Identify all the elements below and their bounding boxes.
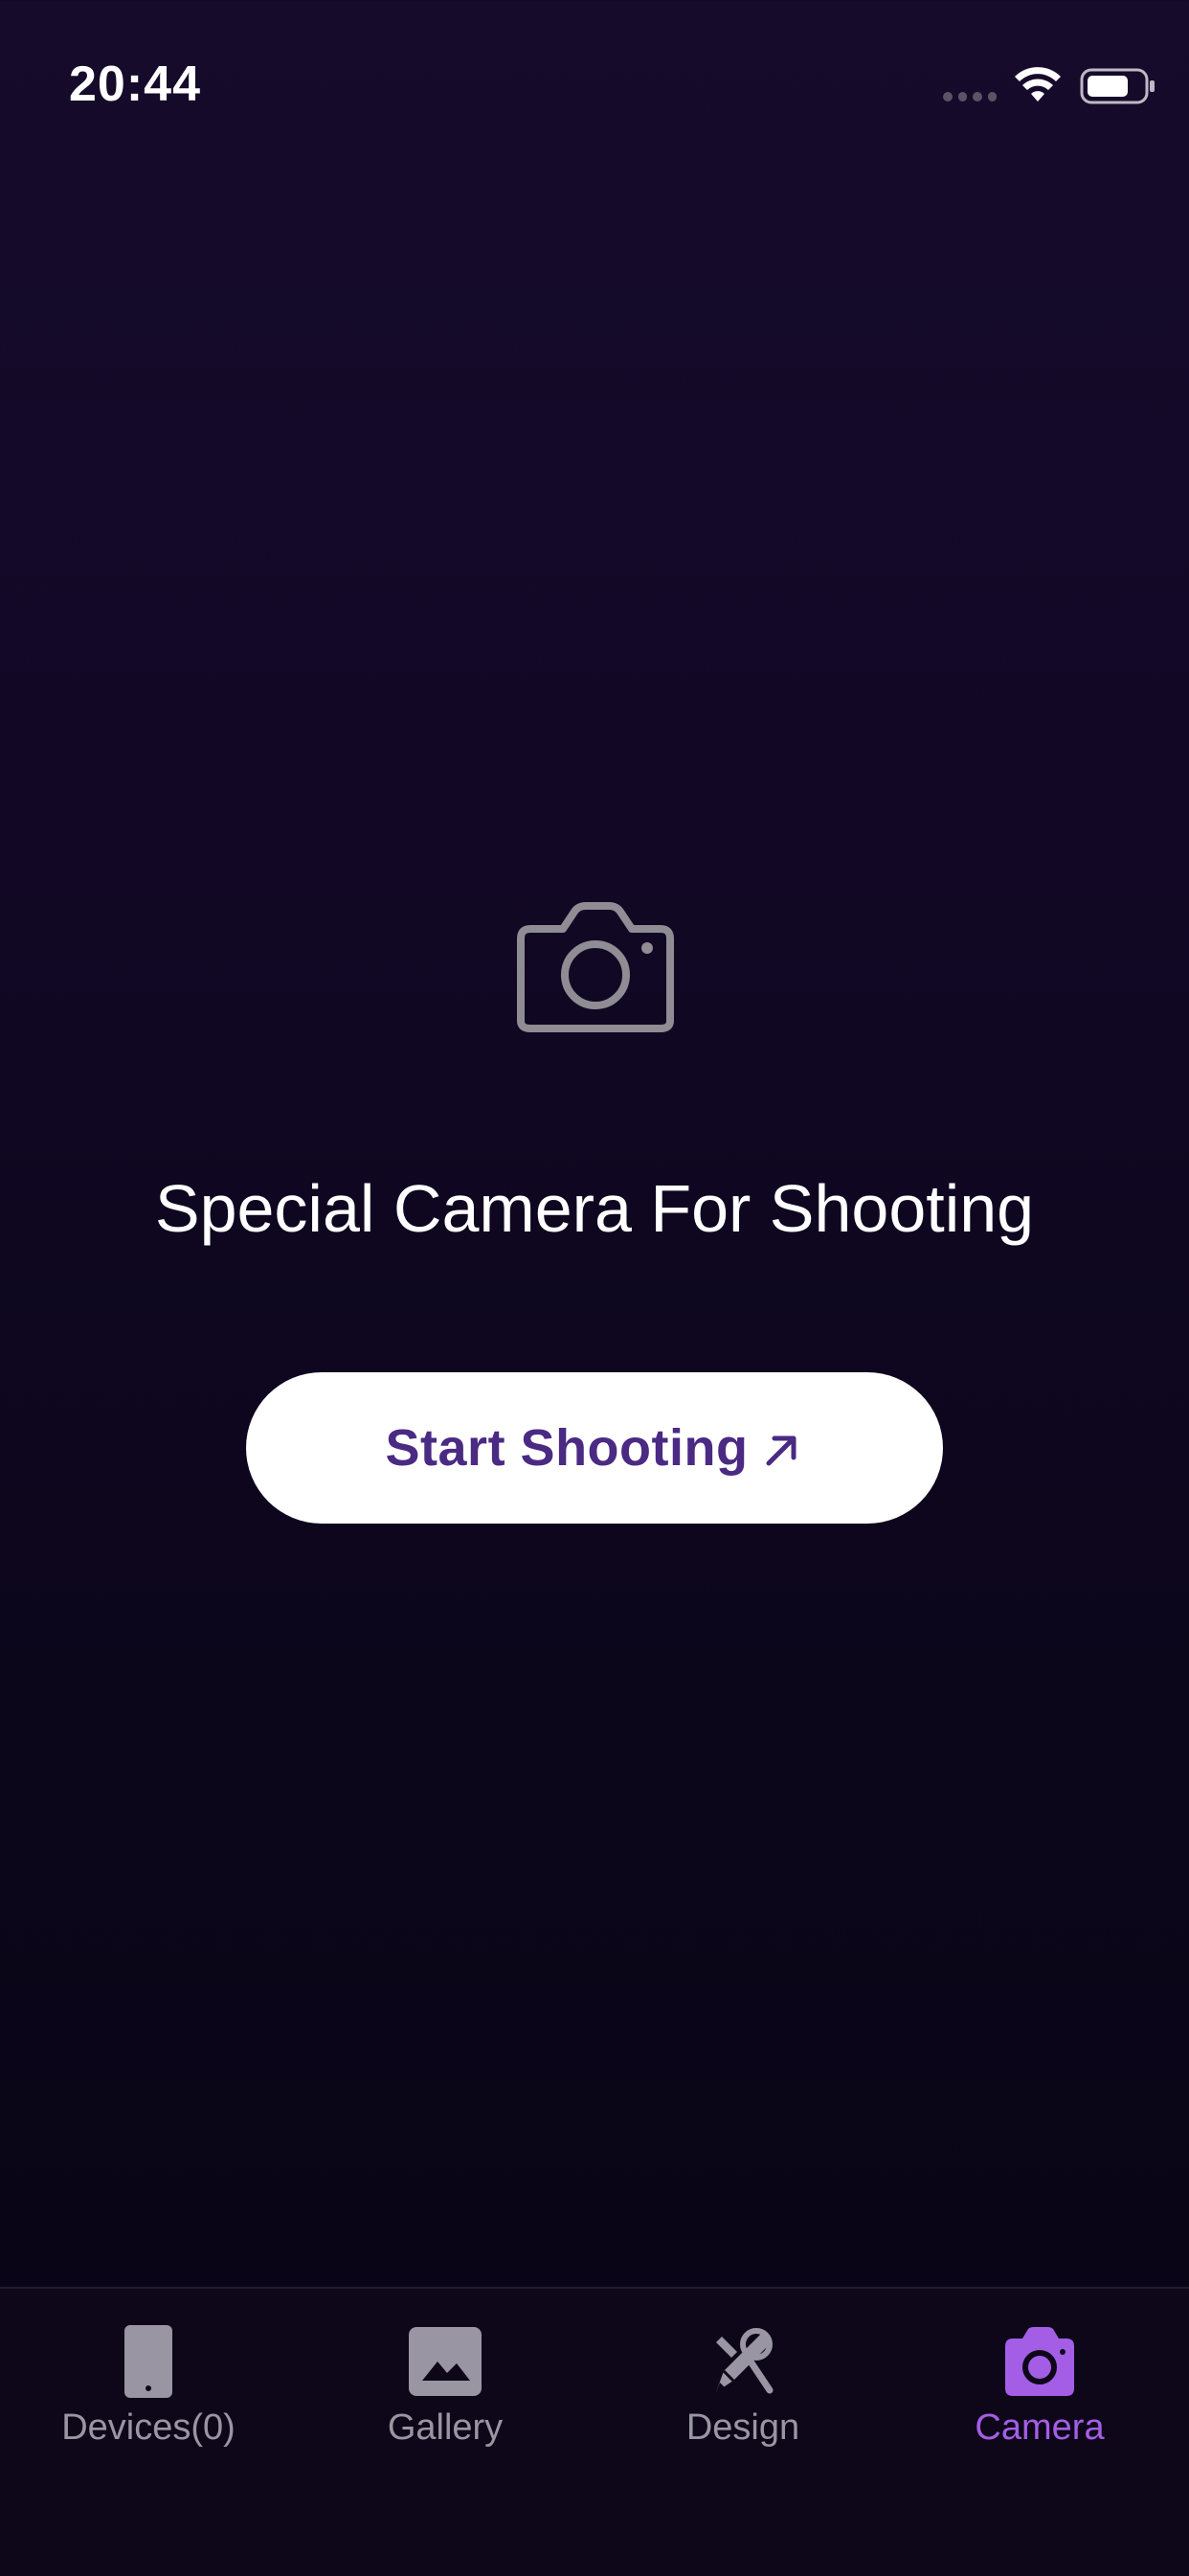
arrow-up-right-icon bbox=[766, 1435, 796, 1466]
tab-gallery[interactable]: Gallery bbox=[297, 2289, 594, 2480]
device-icon bbox=[124, 2325, 172, 2398]
battery-icon bbox=[1080, 68, 1155, 104]
tab-camera[interactable]: Camera bbox=[891, 2289, 1188, 2480]
tab-gallery-label: Gallery bbox=[387, 2407, 504, 2448]
tab-devices[interactable]: Devices(0) bbox=[0, 2289, 297, 2480]
start-shooting-button[interactable]: Start Shooting bbox=[246, 1372, 943, 1524]
signal-dots-icon bbox=[943, 92, 997, 102]
tab-devices-label: Devices(0) bbox=[61, 2407, 236, 2448]
tab-design-label: Design bbox=[685, 2407, 800, 2448]
start-shooting-label: Start Shooting bbox=[385, 1419, 749, 1477]
tab-design[interactable]: Design bbox=[594, 2289, 891, 2480]
camera-icon bbox=[517, 902, 674, 1032]
wifi-icon bbox=[1015, 67, 1061, 102]
tab-camera-label: Camera bbox=[975, 2407, 1105, 2448]
status-time: 20:44 bbox=[69, 56, 201, 112]
image-icon bbox=[409, 2327, 482, 2396]
page-title: Special Camera For Shooting bbox=[154, 1171, 1035, 1246]
bottom-tab-bar: Devices(0) Gallery Design Camera bbox=[0, 2287, 1189, 2576]
design-tools-icon bbox=[716, 2328, 774, 2394]
status-bar: 20:44 bbox=[0, 0, 1189, 172]
camera-icon bbox=[1005, 2327, 1074, 2396]
